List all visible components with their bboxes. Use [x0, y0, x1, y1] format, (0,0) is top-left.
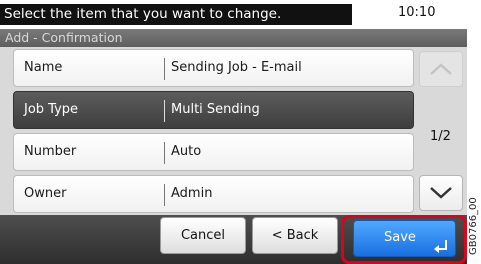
screen: Select the item that you want to change.… [0, 0, 467, 264]
figure-code: GB0766_00 [468, 197, 479, 255]
row-label: Job Type [24, 102, 79, 117]
scroll-panel: 1/2 [414, 47, 467, 215]
row-divider [164, 100, 165, 122]
row-value: Sending Job - E-mail [171, 60, 302, 75]
chevron-down-icon [430, 187, 452, 199]
instruction-message: Select the item that you want to change. [0, 4, 352, 25]
row-value: Admin [171, 186, 213, 201]
enter-icon [434, 240, 447, 253]
cancel-button[interactable]: Cancel [160, 217, 246, 254]
screen-title: Add - Confirmation [0, 29, 467, 47]
chevron-up-icon [430, 63, 452, 75]
save-button[interactable]: Save [353, 220, 456, 257]
save-highlight: Save [341, 215, 467, 264]
back-button[interactable]: < Back [252, 217, 338, 254]
action-bar: Cancel < Back Save [0, 215, 467, 264]
row-number[interactable]: Number Auto [13, 133, 414, 171]
page-indicator: 1/2 [430, 129, 451, 144]
save-label: Save [384, 230, 416, 245]
row-owner[interactable]: Owner Admin [13, 175, 414, 213]
row-label: Number [24, 144, 77, 159]
row-name[interactable]: Name Sending Job - E-mail [13, 49, 414, 87]
row-value: Auto [171, 144, 202, 159]
row-label: Owner [24, 186, 67, 201]
row-divider [164, 184, 165, 206]
scroll-down-button[interactable] [419, 175, 463, 211]
scroll-up-button[interactable] [419, 51, 463, 87]
row-divider [164, 142, 165, 164]
row-label: Name [24, 60, 63, 75]
row-divider [164, 58, 165, 80]
message-bar: Select the item that you want to change.… [0, 0, 467, 29]
row-job-type[interactable]: Job Type Multi Sending [13, 91, 414, 129]
row-value: Multi Sending [171, 102, 260, 117]
clock: 10:10 [398, 5, 436, 20]
